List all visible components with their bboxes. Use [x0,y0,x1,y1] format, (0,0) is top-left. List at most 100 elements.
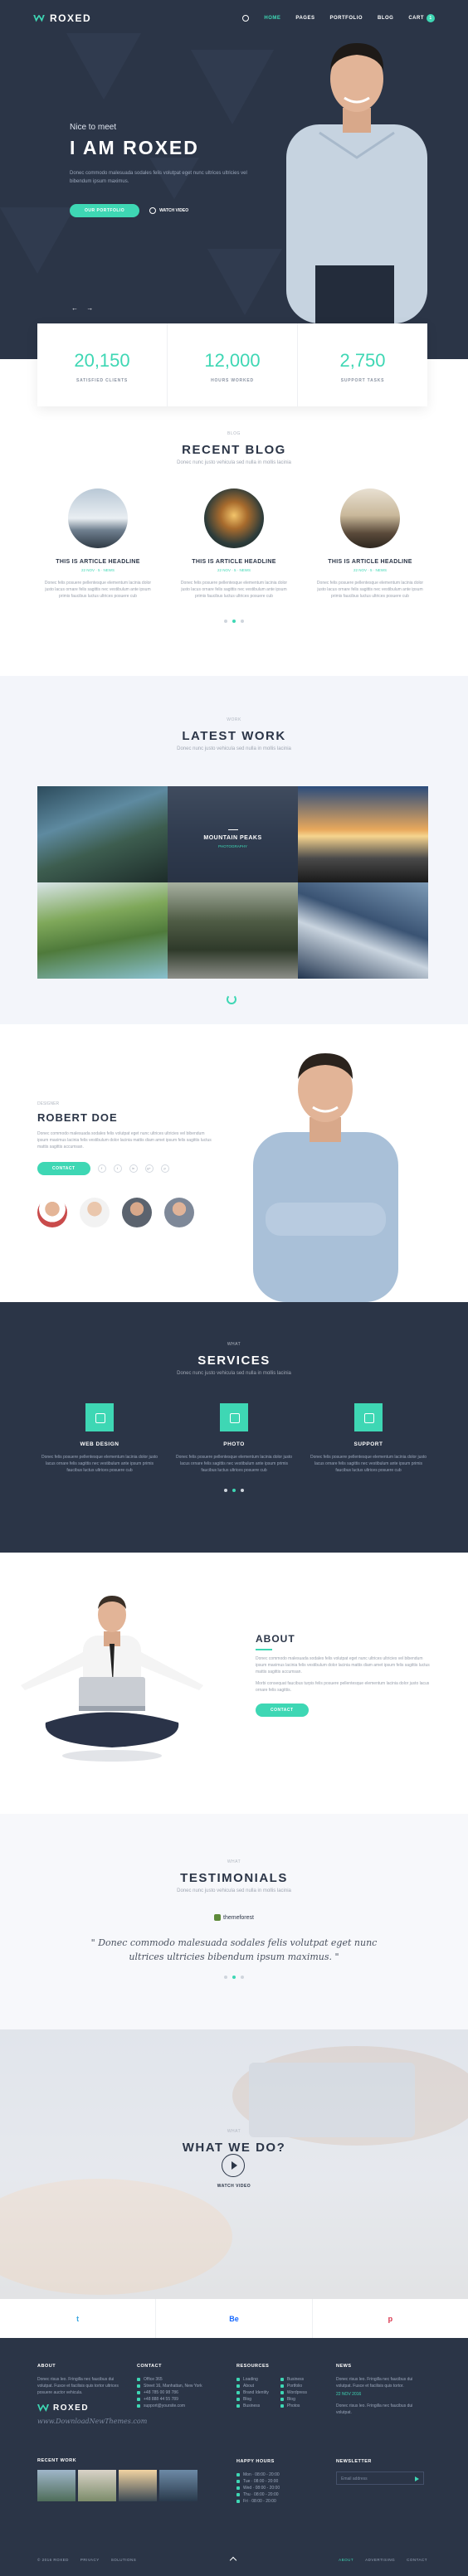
testimonial-pager [0,1976,468,1979]
recent-work-thumb[interactable] [37,2470,76,2501]
send-icon[interactable] [415,2476,419,2481]
blog-card[interactable]: THIS IS ARTICLE HEADLINE 22 NOV · 5 · NE… [176,488,292,600]
about-contact-button[interactable]: CONTACT [256,1704,309,1717]
resource-link[interactable]: Blog [236,2396,269,2403]
work-category: PHOTOGRAPHY [218,844,247,848]
watch-video-label[interactable]: WATCH VIDEO [0,2184,468,2189]
avatar[interactable] [80,1198,110,1227]
resource-link[interactable]: Brand Identity [236,2389,269,2396]
main-nav: ROXED HOME PAGES PORTFOLIO BLOG CART 1 [33,10,435,27]
avatar[interactable] [37,1198,67,1227]
news-date: 22 NOV 2016 [336,2392,362,2397]
back-to-top-icon[interactable] [229,2556,237,2564]
brand-name: ROXED [50,12,92,24]
nav-blog[interactable]: BLOG [378,16,393,21]
pager-dot-active[interactable] [232,1489,236,1492]
blog-excerpt: Donec felis posuere pellentesque element… [316,581,424,599]
nav-cart[interactable]: CART 1 [408,14,435,22]
news-text[interactable]: Donec risus leo. Fringilla nec faucibus … [336,2403,427,2416]
work-item[interactable]: MOUNTAIN PEAKS PHOTOGRAPHY [168,786,298,882]
blog-headline[interactable]: THIS IS ARTICLE HEADLINE [176,559,292,565]
pager-dot-active[interactable] [232,1976,236,1979]
mail-icon [137,2404,140,2408]
footer-heading: RECENT WORK [37,2458,77,2463]
resource-link[interactable]: Business [236,2403,269,2409]
behance-link[interactable]: Be [156,2299,313,2338]
footer-bottom-links: ABOUT ADVERTISING CONTACT [339,2558,427,2562]
avatar[interactable] [164,1198,194,1227]
blog-headline[interactable]: THIS IS ARTICLE HEADLINE [40,559,156,565]
footer-about-text: Donec risus leo. Fringilla nec faucibus … [37,2377,119,2395]
footer-logo[interactable]: ROXED [37,2403,129,2412]
work-overlay[interactable]: MOUNTAIN PEAKS PHOTOGRAPHY [168,786,298,882]
recent-work-thumb[interactable] [159,2470,197,2501]
service-description: Donec felis posuere pellentesque element… [175,1455,293,1473]
news-text[interactable]: Donec risus leo. Fringilla nec faucibus … [336,2376,427,2389]
recent-work-thumb[interactable] [119,2470,157,2501]
resource-link[interactable]: Wordpress [280,2389,307,2396]
resource-link[interactable]: Photos [280,2403,307,2409]
contact-line[interactable]: support@yoursite.com [137,2403,228,2409]
blog-headline[interactable]: THIS IS ARTICLE HEADLINE [312,559,428,565]
watermark: www.DownloadNewThemes.com [37,2418,148,2425]
facebook-icon[interactable]: f [97,1164,106,1173]
crown-icon [33,14,45,22]
blog-card[interactable]: THIS IS ARTICLE HEADLINE 22 NOV · 5 · NE… [312,488,428,600]
avatar[interactable] [122,1198,152,1227]
solutions-link[interactable]: SOLUTIONS [111,2558,137,2562]
pager-dot[interactable] [224,1489,227,1492]
bullet-icon [236,2378,240,2381]
work-item[interactable] [168,882,298,979]
nav-pages[interactable]: PAGES [295,16,314,21]
pager-dot[interactable] [241,620,244,623]
contact-text: support@yoursite.com [144,2403,186,2408]
resource-link[interactable]: Blog [280,2396,307,2403]
watch-video-button[interactable]: WATCH VIDEO [149,207,188,214]
blog-card[interactable]: THIS IS ARTICLE HEADLINE 22 NOV · 5 · NE… [40,488,156,600]
footer-contact-link[interactable]: CONTACT [407,2558,427,2562]
twitter-icon[interactable]: t [113,1164,122,1173]
resource-link[interactable]: About [236,2383,269,2389]
hours-line: Mon · 08:00 - 20:00 [236,2472,328,2478]
client-name: themeforest [223,1914,254,1921]
pager-dot[interactable] [224,1976,227,1979]
hours-line: Wed · 08:00 - 20:00 [236,2485,328,2491]
newsletter-email-input[interactable]: Email address [336,2472,424,2485]
nav-portfolio[interactable]: PORTFOLIO [329,16,363,21]
resource-label: Business [243,2403,261,2408]
contact-button[interactable]: CONTACT [37,1162,90,1175]
googleplus-icon[interactable]: g+ [144,1164,154,1173]
load-more-icon[interactable] [227,994,236,1004]
blog-meta: 22 NOV · 5 · NEWS [80,568,115,572]
brand-logo[interactable]: ROXED [33,12,91,24]
search-icon[interactable] [242,15,250,22]
blog-image [204,488,264,548]
pager-dot[interactable] [224,620,227,623]
pinterest-link[interactable]: p [313,2299,468,2338]
footer-advertising-link[interactable]: ADVERTISING [365,2558,395,2562]
pinterest-icon[interactable]: p [160,1164,169,1173]
work-item[interactable] [298,786,428,882]
pager-dot[interactable] [241,1489,244,1492]
play-video-button[interactable] [222,2154,245,2177]
linkedin-icon[interactable]: in [129,1164,138,1173]
work-item[interactable] [298,882,428,979]
recent-work-thumb[interactable] [78,2470,116,2501]
resource-link[interactable]: Business [280,2376,307,2383]
bio-portrait [253,1053,398,1302]
footer-about-link[interactable]: ABOUT [339,2558,353,2562]
privacy-link[interactable]: PRIVACY [80,2558,100,2562]
twitter-link[interactable]: t [0,2299,157,2338]
pager-dot[interactable] [241,1976,244,1979]
work-item[interactable] [37,786,168,882]
work-item[interactable] [37,882,168,979]
service-item: WEB DESIGN Donec felis posuere pellentes… [37,1403,162,1474]
hours-text: Mon · 08:00 - 20:00 [243,2472,280,2477]
resource-link[interactable]: Portfolio [280,2383,307,2389]
watch-video-label: WATCH VIDEO [159,208,189,213]
pager-dot-active[interactable] [232,620,236,623]
resource-link[interactable]: Loading [236,2376,269,2383]
portfolio-button[interactable]: OUR PORTFOLIO [70,204,140,217]
nav-home[interactable]: HOME [264,16,280,21]
slider-arrows[interactable]: ← → [71,304,96,312]
